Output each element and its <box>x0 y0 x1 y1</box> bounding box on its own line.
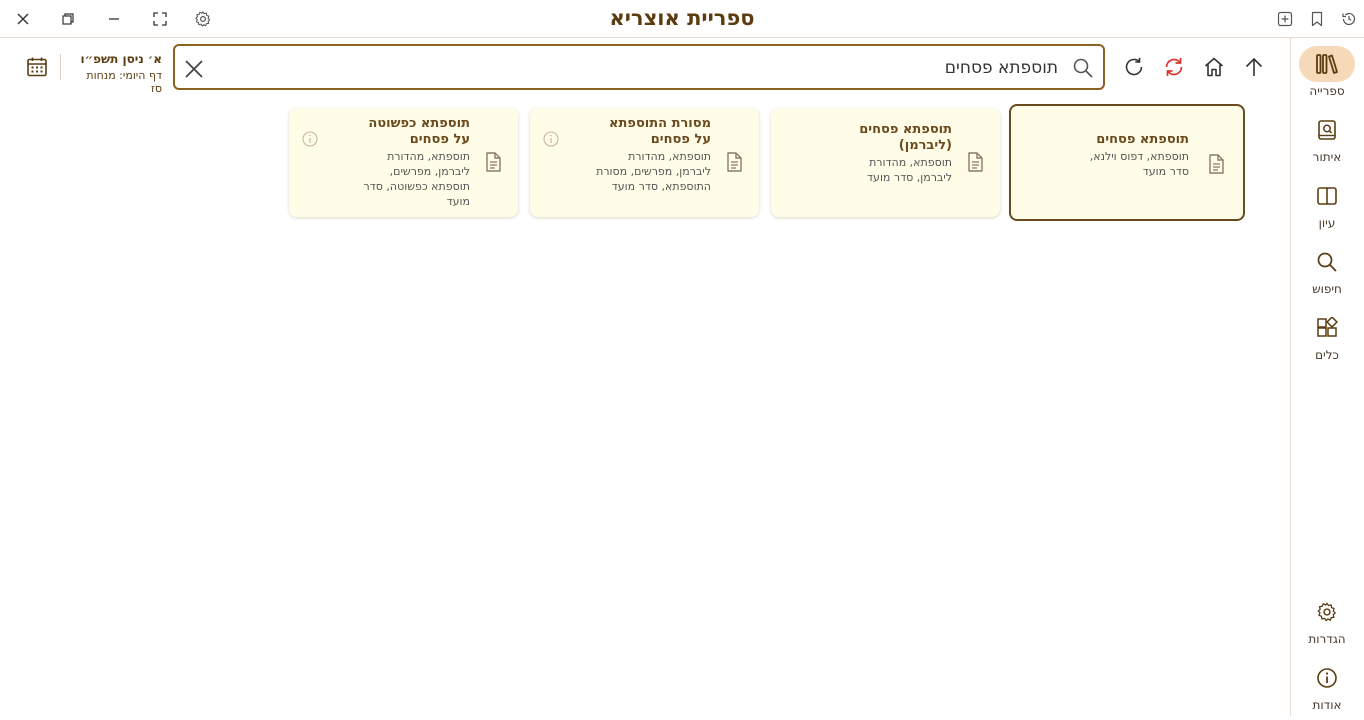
sidebar-item-label: ספרייה <box>1309 84 1345 98</box>
app-title: ספריית אוצריא <box>609 6 755 30</box>
library-icon <box>1316 54 1338 74</box>
hebrew-date: א׳ ניסן תשפ״ו <box>80 52 163 66</box>
sidebar-item-label: אודות <box>1312 698 1342 712</box>
sidebar-active-indicator <box>1299 46 1355 82</box>
document-icon <box>482 151 504 173</box>
search-input[interactable]: תוספתא פסחים <box>945 58 1058 78</box>
sidebar-item-settings[interactable]: הגדרות <box>1290 594 1364 654</box>
sidebar-item-tools[interactable]: כלים <box>1290 310 1364 370</box>
info-icon <box>543 131 559 147</box>
card-description: תוספתא, דפוס וילנא, סדר מועד <box>1089 150 1189 178</box>
sidebar-item-find[interactable]: איתור <box>1290 112 1364 172</box>
refresh-button[interactable] <box>1121 54 1147 80</box>
open-book-icon <box>1317 187 1337 205</box>
history-button[interactable] <box>1338 8 1360 30</box>
bookmark-icon <box>1311 11 1323 27</box>
home-icon <box>1204 57 1224 77</box>
card-description: תוספתא, מהדורת ליברמן, מפרשים, תוספתא כפ… <box>363 150 470 208</box>
sidebar-item-about[interactable]: אודות <box>1290 660 1364 720</box>
sync-icon <box>1165 58 1183 76</box>
add-tab-icon <box>1277 11 1293 27</box>
refresh-icon <box>1125 57 1143 76</box>
arrow-up-icon <box>1245 57 1263 76</box>
bookmarks-button[interactable] <box>1306 8 1328 30</box>
home-button[interactable] <box>1201 54 1227 80</box>
sync-button[interactable] <box>1161 54 1187 80</box>
calendar-icon <box>27 57 47 77</box>
sidebar-item-label: חיפוש <box>1312 282 1342 296</box>
sidebar-item-library[interactable]: ספרייה <box>1290 46 1364 106</box>
gear-icon <box>1317 602 1336 622</box>
sidebar-item-label: הגדרות <box>1308 632 1346 646</box>
search-submit-button[interactable] <box>1071 56 1095 80</box>
sidebar-item-reading[interactable]: עיון <box>1290 178 1364 238</box>
sidebar: ספרייה איתור עיון חיפוש כלים הגדרות אודו… <box>1290 38 1364 716</box>
info-icon <box>1317 668 1337 688</box>
info-button[interactable] <box>542 130 560 148</box>
new-tab-button[interactable] <box>1274 8 1296 30</box>
find-book-icon <box>1318 120 1336 140</box>
info-icon <box>302 131 318 147</box>
card-title: תוספתא פסחים (ליברמן) <box>859 122 952 153</box>
sidebar-item-label: איתור <box>1312 150 1342 164</box>
document-icon <box>964 151 986 173</box>
history-icon <box>1342 12 1356 26</box>
book-card[interactable]: תוספתא פסחים (ליברמן) תוספתא, מהדורת ליב… <box>771 108 1000 217</box>
card-title: תוספתא כפשוטה על פסחים <box>368 116 470 147</box>
info-button[interactable] <box>301 130 319 148</box>
clear-search-button[interactable] <box>181 56 207 82</box>
calendar-button[interactable] <box>25 55 49 79</box>
sidebar-item-label: עיון <box>1318 216 1336 230</box>
book-card[interactable]: תוספתא כפשוטה על פסחים תוספתא, מהדורת לי… <box>289 108 518 217</box>
date-display: א׳ ניסן תשפ״ו דף היומי: מנחות סז <box>72 52 163 95</box>
tools-icon <box>1317 317 1338 337</box>
close-icon <box>185 60 203 78</box>
card-title: מסורת התוספתא על פסחים <box>609 116 711 147</box>
search-icon <box>1073 58 1093 78</box>
book-card[interactable]: מסורת התוספתא על פסחים תוספתא, מהדורת לי… <box>530 108 759 217</box>
search-icon <box>1317 252 1337 272</box>
card-title: תוספתא פסחים <box>1096 132 1189 147</box>
daf-yomi: דף היומי: מנחות סז <box>86 69 162 95</box>
sidebar-item-label: כלים <box>1315 348 1339 362</box>
search-box: תוספתא פסחים <box>173 44 1105 90</box>
book-card[interactable]: תוספתא פסחים תוספתא, דפוס וילנא, סדר מוע… <box>1009 104 1245 221</box>
card-description: תוספתא, מהדורת ליברמן, סדר מועד <box>867 156 952 184</box>
divider <box>60 54 61 80</box>
document-icon <box>1205 153 1227 175</box>
title-bar: ספריית אוצריא <box>0 0 1364 38</box>
up-button[interactable] <box>1241 54 1267 80</box>
sidebar-item-search[interactable]: חיפוש <box>1290 244 1364 304</box>
card-description: תוספתא, מהדורת ליברמן, מפרשים, מסורת התו… <box>596 150 711 193</box>
document-icon <box>723 151 745 173</box>
